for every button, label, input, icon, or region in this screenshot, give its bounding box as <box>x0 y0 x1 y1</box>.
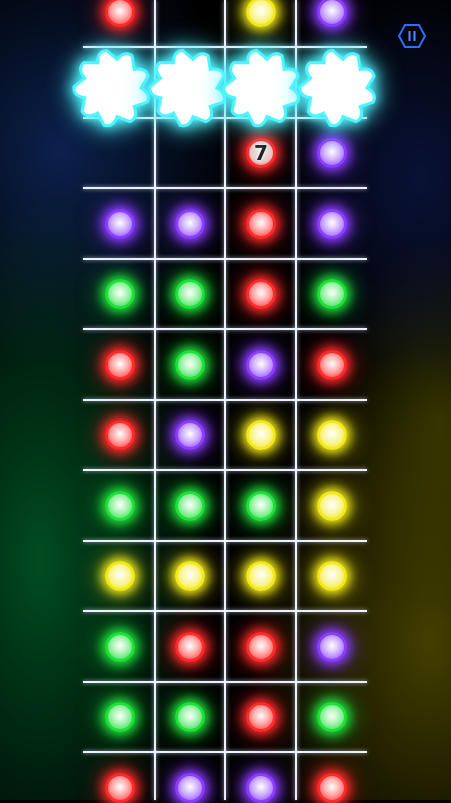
purple-orb[interactable] <box>317 138 347 168</box>
purple-orb[interactable] <box>175 772 205 803</box>
red-orb[interactable] <box>246 279 276 309</box>
purple-orb[interactable] <box>317 0 347 27</box>
purple-orb[interactable] <box>175 208 205 239</box>
green-orb[interactable] <box>175 349 205 380</box>
spinning-saw-icon <box>298 48 376 128</box>
purple-orb[interactable] <box>246 349 276 380</box>
yellow-orb[interactable] <box>317 490 347 521</box>
green-orb[interactable] <box>246 490 276 521</box>
green-orb[interactable] <box>105 702 135 732</box>
pause-hexagon-icon[interactable] <box>398 22 426 50</box>
yellow-orb[interactable] <box>246 561 276 591</box>
purple-orb[interactable] <box>317 631 347 662</box>
game-board[interactable]: 7 <box>0 0 451 803</box>
green-orb[interactable] <box>105 631 135 662</box>
spinning-saw-icon <box>222 48 300 128</box>
green-orb[interactable] <box>175 279 205 309</box>
green-orb[interactable] <box>175 702 205 732</box>
spinning-saw-icon <box>72 48 150 128</box>
red-orb[interactable] <box>105 349 135 380</box>
green-orb[interactable] <box>317 702 347 732</box>
yellow-orb[interactable] <box>317 561 347 591</box>
red-orb[interactable] <box>175 631 205 662</box>
red-orb[interactable] <box>317 349 347 380</box>
green-orb[interactable] <box>105 490 135 521</box>
orb-counter: 7 <box>254 141 268 165</box>
yellow-orb[interactable] <box>317 420 347 450</box>
red-orb[interactable] <box>246 208 276 239</box>
red-orb[interactable] <box>317 772 347 803</box>
red-orb[interactable] <box>246 702 276 732</box>
yellow-orb[interactable] <box>105 561 135 591</box>
green-orb[interactable] <box>175 490 205 521</box>
red-orb[interactable] <box>105 772 135 803</box>
green-orb[interactable] <box>105 279 135 309</box>
green-orb[interactable] <box>317 279 347 309</box>
yellow-orb[interactable] <box>246 0 276 27</box>
spinning-saw-icon <box>148 48 226 128</box>
red-orb[interactable] <box>246 631 276 662</box>
purple-orb[interactable] <box>175 420 205 450</box>
red-orb[interactable]: 7 <box>246 138 276 168</box>
purple-orb[interactable] <box>246 772 276 803</box>
purple-orb[interactable] <box>317 208 347 239</box>
yellow-orb[interactable] <box>175 561 205 591</box>
red-orb[interactable] <box>105 0 135 27</box>
purple-orb[interactable] <box>105 208 135 239</box>
red-orb[interactable] <box>105 420 135 450</box>
yellow-orb[interactable] <box>246 420 276 450</box>
